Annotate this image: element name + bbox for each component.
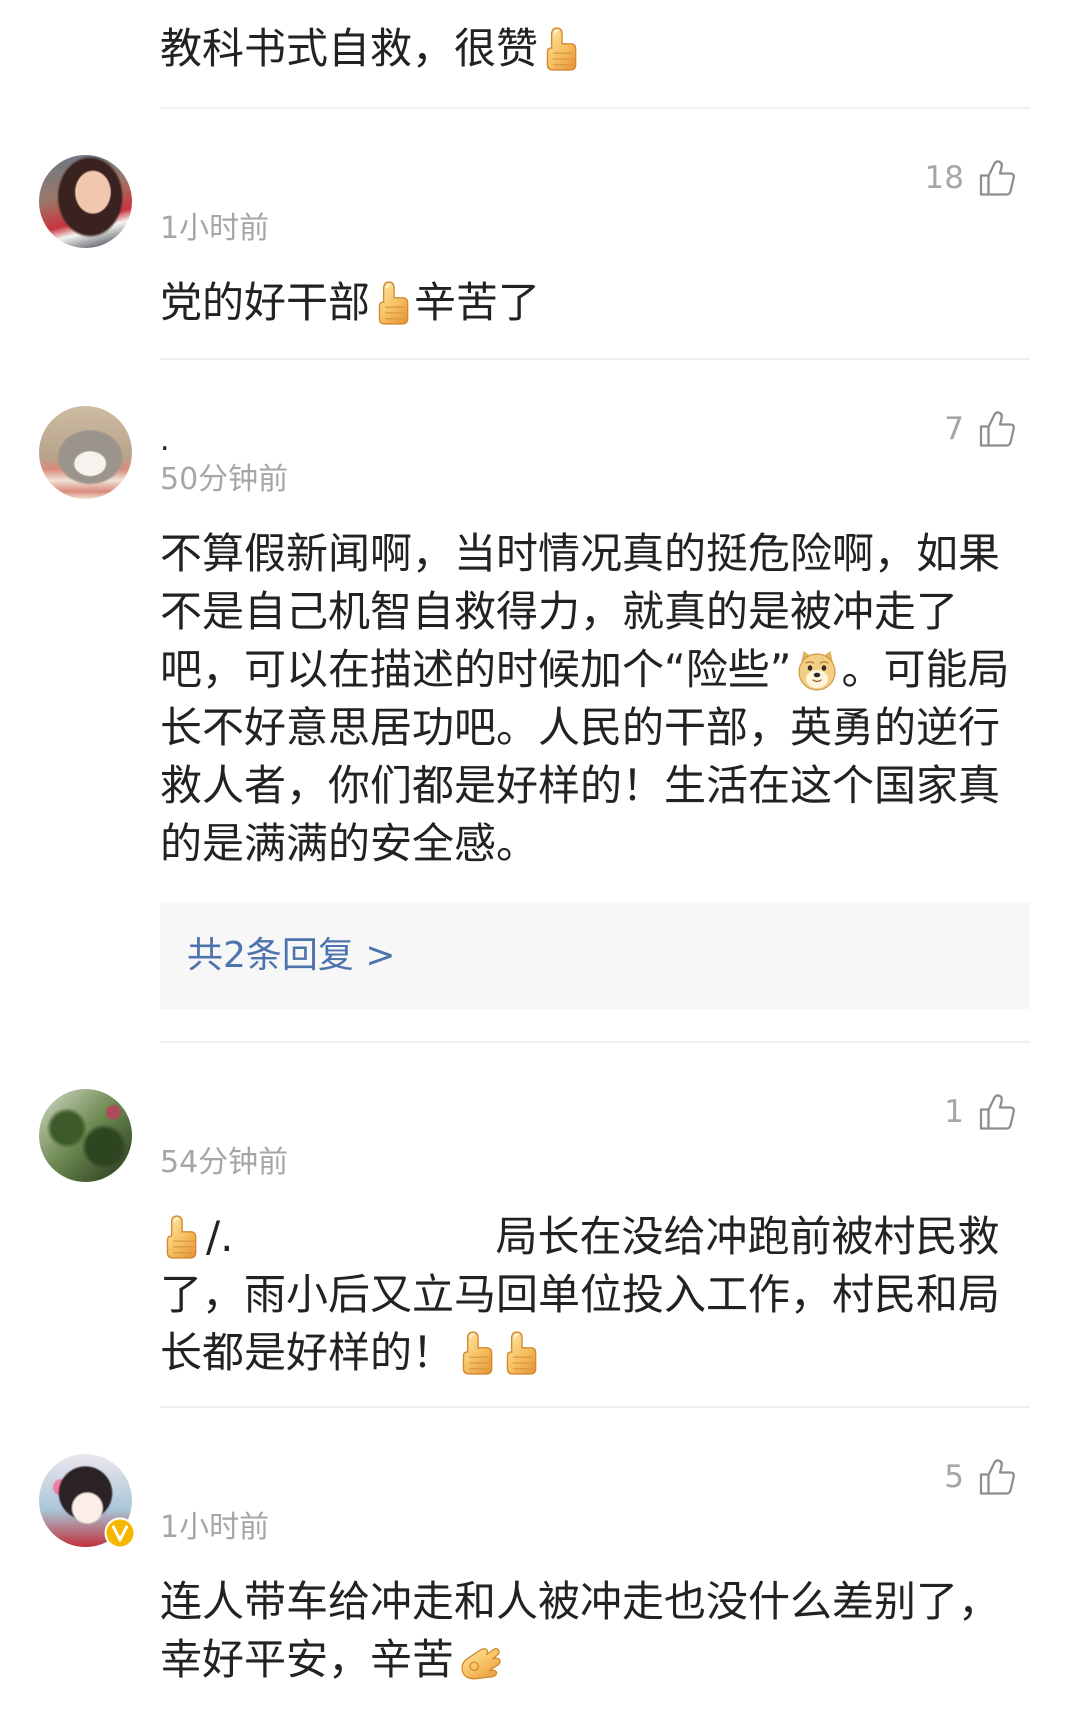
comment-1: 18 1小时前 党的好干部 辛苦了 bbox=[0, 107, 1080, 358]
comment-text-segment: 不算假新闻啊，当时情况真的挺危险啊，如果 bbox=[160, 529, 1001, 578]
avatar-container[interactable] bbox=[39, 1089, 132, 1182]
thumbs-up-emoji-icon bbox=[546, 27, 577, 71]
avatar-container[interactable] bbox=[39, 406, 132, 499]
comment-time: 54分钟前 bbox=[160, 1145, 289, 1180]
comment-text-line: 不是自己机智自救得力，就真的是被冲走了 bbox=[160, 583, 1050, 641]
comment-text-line: 党的好干部 辛苦了 bbox=[160, 274, 1050, 332]
comment-text-segment: 吧，可以在描述的时候加个“险些” bbox=[160, 645, 792, 694]
user-avatar[interactable] bbox=[39, 155, 132, 248]
comment-2: . 7 50分钟前 不算假新闻啊，当时情况真的挺危险啊，如果 不是自己机智自救得… bbox=[0, 358, 1080, 1041]
comment-time: 50分钟前 bbox=[160, 462, 289, 497]
view-replies-label: 共2条回复 > bbox=[187, 934, 396, 976]
comment-text-segment: 辛苦了 bbox=[414, 278, 541, 327]
comment-text: 连人带车给冲走和人被冲走也没什么差别了， 幸好平安，辛苦 bbox=[160, 1573, 1050, 1689]
ok-hand-emoji-icon bbox=[461, 1648, 501, 1680]
like-button[interactable]: 1 bbox=[944, 1092, 1017, 1132]
avatar-container[interactable] bbox=[39, 155, 132, 248]
like-thumb-outline-icon[interactable] bbox=[977, 1092, 1017, 1132]
comment-3: 1 54分钟前 /. 局长在没给冲跑前被村民救 了，雨小后又立马回单位投入工作，… bbox=[0, 1041, 1080, 1406]
like-count: 5 bbox=[944, 1459, 964, 1495]
comment-time: 1小时前 bbox=[160, 211, 270, 246]
comment-text-segment: 长都是好样的！ bbox=[160, 1328, 455, 1377]
comment-text-segment: 。可能局 bbox=[841, 645, 1010, 694]
comment-text-segment: 了，雨小后又立马回单位投入工作，村民和局 bbox=[160, 1270, 1001, 1319]
comment-text-line: 教科书式自救，很赞 bbox=[160, 20, 1050, 78]
comment-text-segment: 局长在没给冲跑前被村民救 bbox=[495, 1212, 1000, 1261]
comment-text-segment: 不是自己机智自救得力，就真的是被冲走了 bbox=[160, 587, 959, 636]
user-name[interactable]: . bbox=[160, 424, 170, 458]
like-button[interactable]: 7 bbox=[944, 409, 1017, 449]
avatar-container[interactable] bbox=[39, 1454, 136, 1549]
redacted-gap bbox=[234, 1237, 496, 1238]
comment-text: 教科书式自救，很赞 bbox=[160, 20, 1050, 78]
comment-text-line: 不算假新闻啊，当时情况真的挺危险啊，如果 bbox=[160, 525, 1050, 583]
comment-text: /. 局长在没给冲跑前被村民救 了，雨小后又立马回单位投入工作，村民和局 长都是… bbox=[160, 1208, 1050, 1382]
verified-v-badge-icon bbox=[104, 1517, 136, 1549]
comment-text-line: 长都是好样的！ bbox=[160, 1324, 1050, 1382]
comment-text-line: 了，雨小后又立马回单位投入工作，村民和局 bbox=[160, 1266, 1050, 1324]
comment-text-segment: 幸好平安，辛苦 bbox=[160, 1635, 455, 1684]
comment-text-line: 连人带车给冲走和人被冲走也没什么差别了， bbox=[160, 1573, 1050, 1631]
comment-text-segment: 教科书式自救，很赞 bbox=[160, 24, 539, 73]
like-count: 18 bbox=[924, 160, 964, 196]
thumbs-up-emoji-icon bbox=[462, 1331, 493, 1375]
like-count: 1 bbox=[944, 1094, 964, 1130]
comment-text-line: /. 局长在没给冲跑前被村民救 bbox=[160, 1208, 1050, 1266]
user-avatar[interactable] bbox=[39, 406, 132, 499]
like-count: 7 bbox=[944, 411, 964, 447]
comment-text-line: 的是满满的安全感。 bbox=[160, 815, 1050, 873]
comment-text-segment: 救人者，你们都是好样的！生活在这个国家真 bbox=[160, 761, 1001, 810]
thumbs-up-emoji-icon bbox=[166, 1215, 197, 1259]
user-avatar[interactable] bbox=[39, 1089, 132, 1182]
comment-time: 1小时前 bbox=[160, 1510, 270, 1545]
comment-text-segment: 的是满满的安全感。 bbox=[160, 819, 539, 868]
comment-text: 党的好干部 辛苦了 bbox=[160, 274, 1050, 332]
like-thumb-outline-icon[interactable] bbox=[977, 1457, 1017, 1497]
comment-text: 不算假新闻啊，当时情况真的挺危险啊，如果 不是自己机智自救得力，就真的是被冲走了… bbox=[160, 525, 1050, 873]
like-button[interactable]: 18 bbox=[925, 158, 1017, 198]
thumbs-up-emoji-icon bbox=[506, 1331, 537, 1375]
doge-emoji-icon bbox=[797, 650, 836, 691]
comment-text-segment: 长不好意思居功吧。人民的干部，英勇的逆行 bbox=[160, 703, 1001, 752]
like-thumb-outline-icon[interactable] bbox=[977, 158, 1017, 198]
comment-text-segment: 党的好干部 bbox=[160, 278, 371, 327]
comment-text-line: 幸好平安，辛苦 bbox=[160, 1631, 1050, 1689]
comment-4: 5 1小时前 连人带车给冲走和人被冲走也没什么差别了， 幸好平安，辛苦 bbox=[0, 1406, 1080, 1711]
comment-text-line: 救人者，你们都是好样的！生活在这个国家真 bbox=[160, 757, 1050, 815]
thumbs-up-emoji-icon bbox=[378, 281, 409, 325]
like-thumb-outline-icon[interactable] bbox=[977, 409, 1017, 449]
comment-text-segment: 连人带车给冲走和人被冲走也没什么差别了， bbox=[160, 1577, 1001, 1626]
comment-text-line: 吧，可以在描述的时候加个“险些” 。可能局 bbox=[160, 641, 1050, 699]
comment-text-line: 长不好意思居功吧。人民的干部，英勇的逆行 bbox=[160, 699, 1050, 757]
like-button[interactable]: 5 bbox=[944, 1457, 1017, 1497]
comment-0: 教科书式自救，很赞 bbox=[0, 0, 1080, 107]
view-replies-button[interactable]: 共2条回复 > bbox=[160, 902, 1030, 1009]
comment-text-segment: /. bbox=[206, 1212, 234, 1261]
